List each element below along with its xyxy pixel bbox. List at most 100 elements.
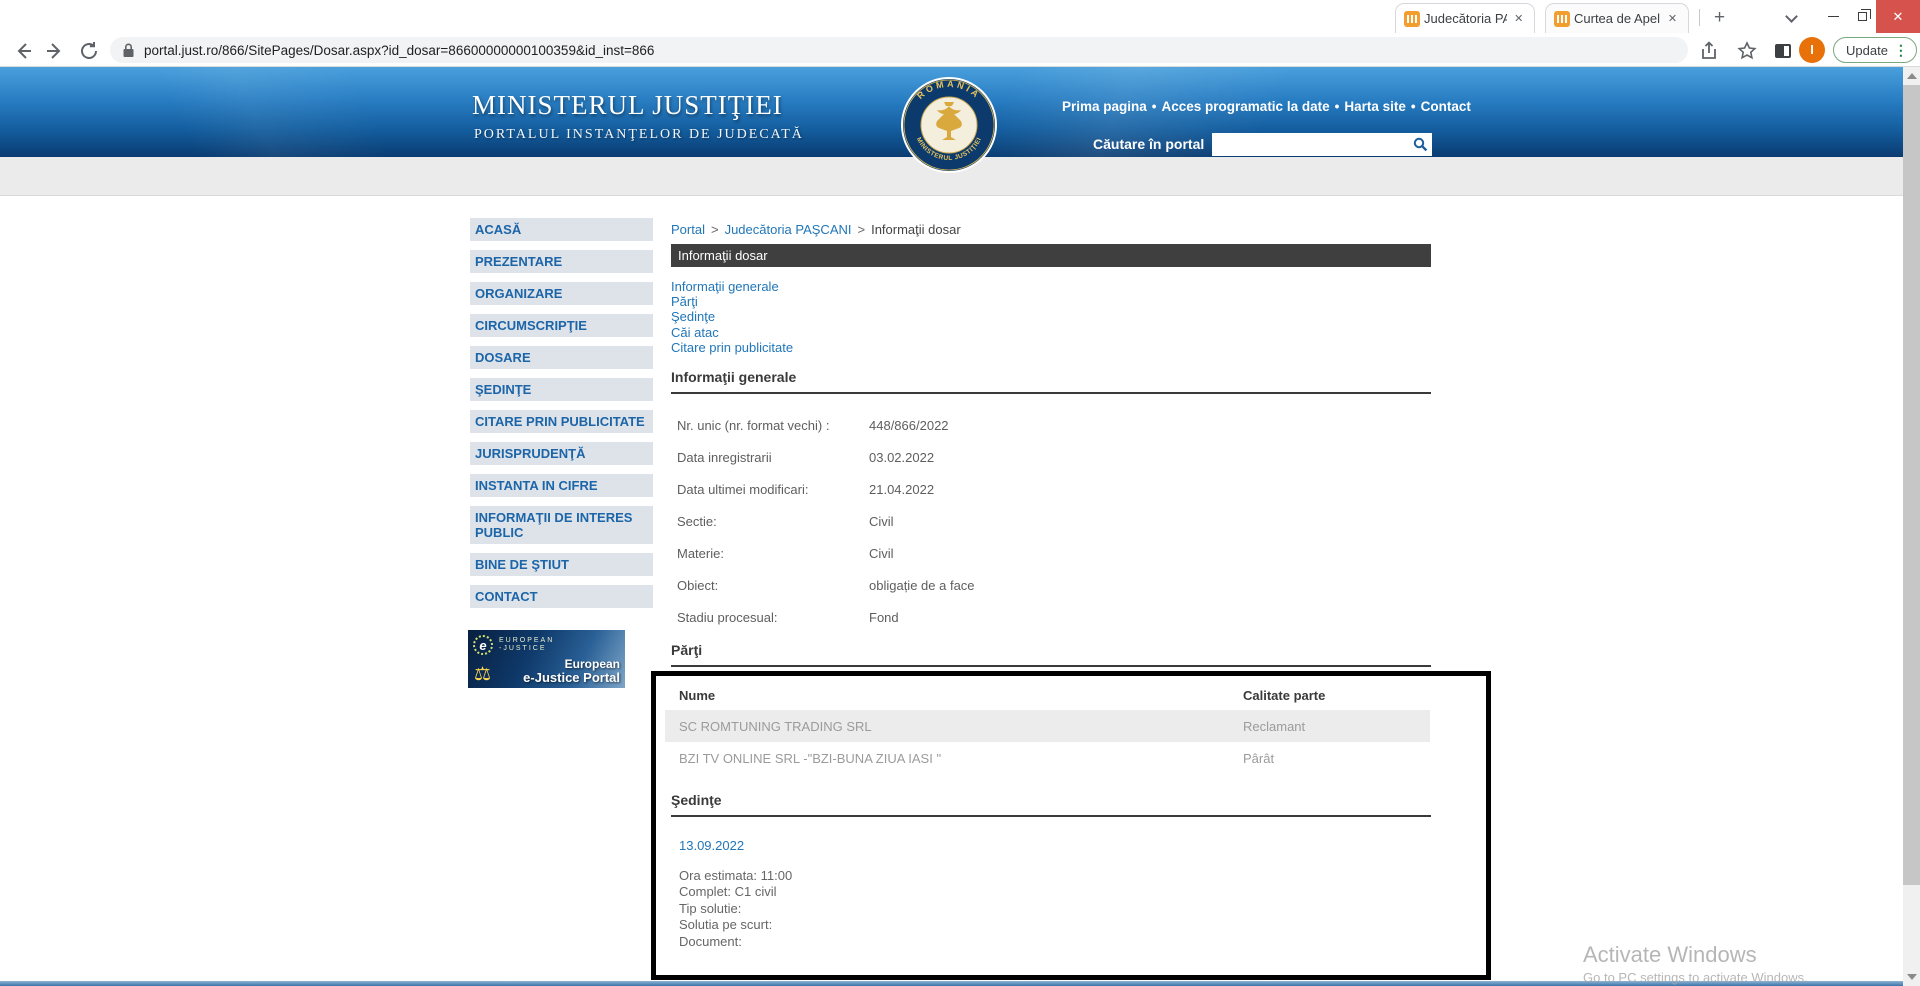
browser-tab-judecatoria[interactable]: Judecătoria PAŞC ✕ bbox=[1395, 3, 1535, 33]
field-value: 21.04.2022 bbox=[869, 482, 934, 497]
field-row: Data inregistrarii03.02.2022 bbox=[677, 450, 975, 465]
ejustice-logo-line1: EUROPEAN bbox=[499, 637, 554, 644]
portal-search-input[interactable] bbox=[1212, 135, 1408, 154]
activate-windows-watermark: Activate Windows bbox=[1583, 942, 1757, 968]
portal-search-box bbox=[1212, 133, 1432, 156]
quick-link-informatii-generale[interactable]: Informaţii generale bbox=[671, 279, 793, 294]
tab-divider bbox=[1699, 9, 1700, 26]
quick-links: Informaţii generale Părţi Şedinţe Căi at… bbox=[671, 279, 793, 355]
field-row: Sectie:Civil bbox=[677, 514, 975, 529]
sidebar-item-organizare[interactable]: ORGANIZARE bbox=[470, 282, 653, 305]
sidebar-menu: ACASĂ PREZENTARE ORGANIZARE CIRCUMSCRIPŢ… bbox=[470, 218, 653, 617]
breadcrumb-separator: > bbox=[858, 222, 866, 237]
field-row: Obiect:obligație de a face bbox=[677, 578, 975, 593]
bookmark-star-icon[interactable] bbox=[1736, 40, 1758, 62]
minimize-icon bbox=[1828, 16, 1839, 17]
party-name: SC ROMTUNING TRADING SRL bbox=[679, 719, 872, 734]
sidebar-item-instanta-in-cifre[interactable]: INSTANTA IN CIFRE bbox=[470, 474, 653, 497]
nav-separator: • bbox=[1411, 99, 1416, 114]
ejustice-logo-line2: -JUSTICE bbox=[499, 645, 547, 652]
quick-link-parti[interactable]: Părţi bbox=[671, 294, 793, 309]
nav-separator: • bbox=[1152, 99, 1157, 114]
tab-close-icon[interactable]: ✕ bbox=[1511, 11, 1526, 27]
field-value: Fond bbox=[869, 610, 899, 625]
browser-titlebar: Judecătoria PAŞC ✕ Curtea de Apel IA ✕ +… bbox=[0, 0, 1920, 33]
quick-link-citare-prin-publicitate[interactable]: Citare prin publicitate bbox=[671, 340, 793, 355]
sidebar-item-bine-de-stiut[interactable]: BINE DE ŞTIUT bbox=[470, 553, 653, 576]
field-row: Materie:Civil bbox=[677, 546, 975, 561]
sidebar-item-dosare[interactable]: DOSARE bbox=[470, 346, 653, 369]
field-value: Civil bbox=[869, 546, 894, 561]
field-value: 448/866/2022 bbox=[869, 418, 949, 433]
breadcrumb-separator: > bbox=[711, 222, 719, 237]
sidebar-item-contact[interactable]: CONTACT bbox=[470, 585, 653, 608]
sidebar-item-informatii-interes-public[interactable]: INFORMAŢII DE INTERES PUBLIC bbox=[470, 506, 653, 544]
nav-link-prima-pagina[interactable]: Prima pagina bbox=[1062, 99, 1147, 114]
quick-link-sedinte[interactable]: Şedinţe bbox=[671, 309, 793, 324]
share-icon[interactable] bbox=[1698, 40, 1720, 62]
field-label: Nr. unic (nr. format vechi) : bbox=[677, 418, 869, 433]
back-button[interactable] bbox=[12, 40, 34, 62]
section-title-bar: Informaţii dosar bbox=[671, 244, 1431, 267]
browser-tab-curtea[interactable]: Curtea de Apel IA ✕ bbox=[1545, 3, 1689, 33]
field-value: obligație de a face bbox=[869, 578, 975, 593]
page-scrollbar[interactable] bbox=[1903, 67, 1920, 986]
scrollbar-down-icon[interactable] bbox=[1907, 974, 1917, 980]
scrollbar-thumb[interactable] bbox=[1903, 85, 1920, 885]
field-row: Data ultimei modificari:21.04.2022 bbox=[677, 482, 975, 497]
tab-close-icon[interactable]: ✕ bbox=[1665, 11, 1680, 27]
restore-icon bbox=[1858, 12, 1867, 21]
ejustice-banner[interactable]: e EUROPEAN -JUSTICE ⚖ European e-Justice… bbox=[468, 630, 625, 688]
breadcrumb-portal[interactable]: Portal bbox=[671, 222, 705, 237]
general-info-heading: Informaţii generale bbox=[671, 369, 1431, 394]
chrome-update-button[interactable]: Update ⋮ bbox=[1833, 37, 1917, 63]
window-restore-button[interactable] bbox=[1848, 0, 1876, 33]
general-info-fields: Nr. unic (nr. format vechi) :448/866/202… bbox=[677, 418, 975, 642]
reload-button[interactable] bbox=[78, 40, 100, 62]
breadcrumb-current: Informaţii dosar bbox=[871, 222, 961, 237]
sidebar-item-prezentare[interactable]: PREZENTARE bbox=[470, 250, 653, 273]
hearing-date-link[interactable]: 13.09.2022 bbox=[679, 838, 744, 853]
new-tab-button[interactable]: + bbox=[1706, 5, 1733, 32]
breadcrumb: Portal > Judecătoria PAŞCANI > Informaţii do… bbox=[671, 222, 961, 237]
breadcrumb-judecatoria[interactable]: Judecătoria PAŞCANI bbox=[725, 222, 852, 237]
tab-title: Curtea de Apel IA bbox=[1574, 11, 1661, 26]
lock-icon bbox=[122, 43, 135, 58]
scrollbar-up-icon[interactable] bbox=[1907, 73, 1917, 79]
hearing-detail-line: Solutia pe scurt: bbox=[679, 917, 792, 933]
tab-search-chevron-icon[interactable] bbox=[1786, 12, 1796, 22]
sidebar-item-sedinte[interactable]: ŞEDINŢE bbox=[470, 378, 653, 401]
sedinte-heading: Şedinţe bbox=[671, 792, 1431, 817]
window-minimize-button[interactable] bbox=[1818, 0, 1848, 33]
nav-link-harta-site[interactable]: Harta site bbox=[1344, 99, 1406, 114]
quick-link-cai-atac[interactable]: Căi atac bbox=[671, 325, 793, 340]
nav-link-acces-programatic[interactable]: Acces programatic la date bbox=[1162, 99, 1330, 114]
activate-windows-subtext: Go to PC settings to activate Windows. bbox=[1583, 970, 1808, 985]
side-panel-icon[interactable] bbox=[1772, 40, 1794, 62]
portal-favicon-icon bbox=[1404, 11, 1420, 27]
party-role: Pârât bbox=[1243, 751, 1274, 766]
ejustice-caption-line2: e-Justice Portal bbox=[523, 670, 620, 685]
forward-button[interactable] bbox=[44, 40, 66, 62]
close-icon: ✕ bbox=[1893, 9, 1904, 25]
field-value: 03.02.2022 bbox=[869, 450, 934, 465]
table-header-calitate: Calitate parte bbox=[1243, 688, 1325, 703]
parti-heading: Părţi bbox=[671, 642, 1431, 667]
site-subtitle: PORTALUL INSTANŢELOR DE JUDECATĂ bbox=[474, 127, 804, 143]
sidebar-item-jurisprudenta[interactable]: JURISPRUDENŢĂ bbox=[470, 442, 653, 465]
sidebar-item-acasa[interactable]: ACASĂ bbox=[470, 218, 653, 241]
sidebar-item-citare[interactable]: CITARE PRIN PUBLICITATE bbox=[470, 410, 653, 433]
portal-search-button[interactable] bbox=[1408, 133, 1432, 156]
nav-link-contact[interactable]: Contact bbox=[1421, 99, 1471, 114]
window-close-button[interactable]: ✕ bbox=[1876, 0, 1920, 33]
field-label: Obiect: bbox=[677, 578, 869, 593]
field-label: Stadiu procesual: bbox=[677, 610, 869, 625]
sidebar-item-circumscriptie[interactable]: CIRCUMSCRIPŢIE bbox=[470, 314, 653, 337]
update-label: Update bbox=[1846, 43, 1888, 58]
search-icon bbox=[1413, 137, 1428, 152]
header-nav: Prima pagina • Acces programatic la date • H… bbox=[1062, 99, 1434, 114]
url-bar[interactable]: portal.just.ro/866/SitePages/Dosar.aspx?… bbox=[110, 37, 1688, 63]
field-row: Stadiu procesual:Fond bbox=[677, 610, 975, 625]
profile-avatar[interactable]: I bbox=[1799, 37, 1825, 63]
portal-favicon-icon bbox=[1554, 11, 1570, 27]
